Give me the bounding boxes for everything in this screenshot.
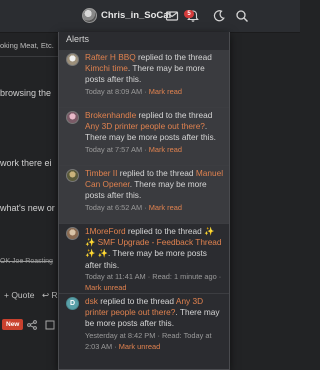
mark-unread-link[interactable]: Mark unread — [85, 283, 127, 292]
alert-time: Today at 8:09 AM — [85, 86, 143, 96]
user-menu[interactable]: Chris_in_SoCal — [82, 8, 171, 23]
user-avatar[interactable] — [66, 169, 79, 182]
alert-text: replied to the thread — [138, 110, 213, 120]
alerts-popup: Alerts Rafter H BBQ replied to the threa… — [58, 32, 230, 370]
meta-separator: · — [142, 86, 149, 96]
alert-item[interactable]: Brokenhandle replied to the thread Any 3… — [59, 108, 229, 166]
divider — [0, 56, 60, 57]
alert-thread-link[interactable]: Kimchi time — [85, 63, 128, 73]
alert-time: Today at 11:41 AM — [85, 271, 146, 281]
mark-read-link[interactable]: Mark read — [149, 203, 182, 212]
alert-user-link[interactable]: Brokenhandle — [85, 110, 136, 120]
meta-separator: · — [142, 144, 149, 154]
breadcrumb[interactable]: oking Meat, Etc. — [0, 41, 54, 50]
alert-text: replied to the thread — [138, 52, 212, 62]
alert-item[interactable]: 1MoreFord replied to the thread ✨ ✨ SMF … — [59, 224, 229, 294]
alert-item[interactable]: D dsk replied to the thread Any 3D print… — [59, 294, 229, 369]
search-icon[interactable] — [235, 9, 249, 23]
alert-thread-link[interactable]: Any 3D printer people out there? — [85, 121, 205, 131]
alert-text: replied to the thread — [119, 168, 194, 178]
user-avatar-letter[interactable]: D — [66, 297, 79, 310]
struck-link[interactable]: OK Joe Roasting — [0, 258, 53, 265]
more-icon[interactable] — [45, 320, 55, 330]
moon-icon[interactable] — [212, 9, 226, 23]
inbox-icon[interactable] — [165, 9, 179, 23]
share-icon[interactable] — [27, 320, 37, 330]
post-text: browsing the — [0, 88, 52, 98]
alert-item[interactable]: Timber II replied to the thread Manuel C… — [59, 166, 229, 224]
post-text: work there ei — [0, 158, 52, 168]
username: Chris_in_SoCal — [101, 10, 172, 21]
mark-unread-link[interactable]: Mark unread — [119, 342, 161, 351]
mark-read-link[interactable]: Mark read — [149, 145, 182, 154]
alert-time: Today at 7:57 AM — [85, 144, 143, 154]
user-avatar[interactable] — [66, 227, 79, 240]
read-status: · Read: 1 minute ago · — [145, 271, 222, 281]
user-avatar — [82, 8, 97, 23]
alert-user-link[interactable]: Timber II — [85, 168, 117, 178]
alert-user-link[interactable]: 1MoreFord — [85, 226, 126, 236]
top-navigation-bar: Chris_in_SoCal 5 — [0, 0, 300, 33]
post-text: what's new or — [0, 203, 55, 213]
alert-user-link[interactable]: dsk — [85, 296, 98, 306]
alert-count-badge: 5 — [184, 10, 194, 18]
alert-text: replied to the thread — [100, 296, 175, 306]
alerts-title: Alerts — [59, 32, 229, 52]
alert-time: Yesterday at 8:42 PM — [85, 330, 156, 340]
quote-button[interactable]: + Quote — [4, 290, 34, 300]
meta-separator: · — [142, 202, 149, 212]
user-avatar[interactable] — [66, 53, 79, 66]
user-avatar[interactable] — [66, 111, 79, 124]
alert-time: Today at 6:52 AM — [85, 202, 143, 212]
new-tag: New — [2, 319, 24, 330]
mark-read-link[interactable]: Mark read — [149, 87, 182, 96]
alert-item[interactable]: Rafter H BBQ replied to the thread Kimch… — [59, 50, 229, 108]
alert-text: replied to the thread — [127, 226, 202, 236]
alert-user-link[interactable]: Rafter H BBQ — [85, 52, 136, 62]
reply-button[interactable]: ↩ R — [42, 290, 58, 301]
